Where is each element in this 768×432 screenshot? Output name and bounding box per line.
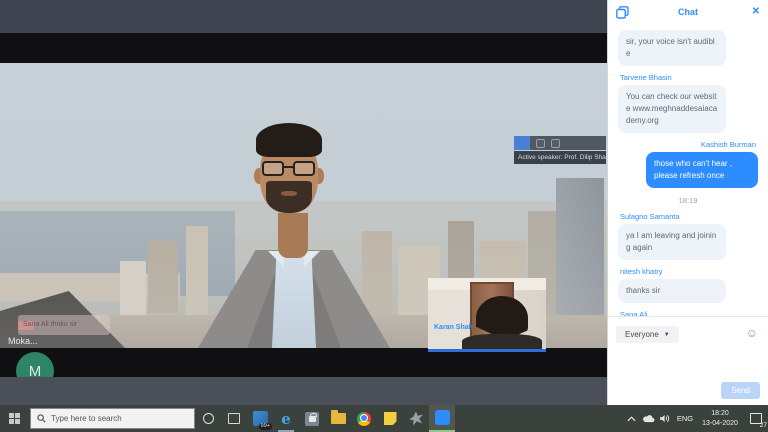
app-icon-snip[interactable] bbox=[403, 405, 429, 432]
video-settings-icon[interactable] bbox=[536, 139, 545, 148]
task-view-icon bbox=[228, 413, 240, 424]
folder-icon bbox=[331, 413, 346, 424]
app-icon-edge[interactable]: e bbox=[273, 405, 299, 432]
chat-timestamp: 18:19 bbox=[618, 196, 758, 205]
speaker-glasses-bridge bbox=[283, 166, 294, 168]
windows-logo-icon bbox=[9, 413, 21, 425]
chevron-up-icon bbox=[627, 416, 636, 422]
snip-icon bbox=[409, 412, 423, 426]
taskbar-clock[interactable]: 18:20 13-04-2020 bbox=[696, 409, 744, 427]
tray-chevron-button[interactable] bbox=[623, 405, 640, 432]
meeting-topbar bbox=[0, 0, 607, 33]
clock-date: 13-04-2020 bbox=[696, 419, 744, 428]
chat-sender-name: nitesh khatry bbox=[620, 267, 758, 276]
meeting-bottom-strip bbox=[0, 377, 607, 405]
speaker-glasses bbox=[262, 161, 284, 176]
thumbnail-person-shoulders bbox=[462, 334, 542, 352]
active-speaker-label: Active speaker: Prof. Dilip Shah bbox=[514, 151, 606, 164]
language-indicator[interactable]: ENG bbox=[674, 414, 696, 423]
action-center-button[interactable]: 27 bbox=[744, 405, 768, 432]
recipient-row: Everyone ▼ ☺ bbox=[616, 324, 760, 342]
taskbar-search[interactable] bbox=[30, 408, 195, 429]
store-bag-icon bbox=[309, 416, 316, 422]
recipient-dropdown[interactable]: Everyone ▼ bbox=[616, 326, 679, 343]
speaker-mouth bbox=[281, 191, 297, 196]
speaker-icon bbox=[660, 414, 671, 423]
chat-panel: Chat ✕ sir, your voice isn't audible Tar… bbox=[607, 0, 768, 405]
app-icon-store[interactable] bbox=[299, 405, 325, 432]
chat-title: Chat bbox=[608, 7, 768, 17]
chat-sender-name: Tarvene Bhasin bbox=[620, 73, 758, 82]
notification-badge: 99+ bbox=[259, 423, 272, 431]
app-icon-messages[interactable]: 99+ bbox=[247, 405, 273, 432]
meeting-app-icon bbox=[435, 410, 450, 425]
store-icon bbox=[305, 412, 319, 426]
edge-icon: e bbox=[281, 410, 291, 428]
active-speaker-overlay: Active speaker: Prof. Dilip Shah bbox=[514, 136, 606, 164]
cloud-icon bbox=[642, 415, 655, 423]
task-view-button[interactable] bbox=[221, 405, 247, 432]
search-icon bbox=[37, 414, 46, 423]
chat-sender-name: Sulagno Samanta bbox=[620, 212, 758, 221]
search-input[interactable] bbox=[51, 414, 171, 423]
app-icon-chrome[interactable] bbox=[351, 405, 377, 432]
chat-message-own: those who can't hear , please refresh on… bbox=[646, 152, 758, 188]
speaker-shirt bbox=[272, 255, 316, 348]
participant-name-label: Moka... bbox=[8, 336, 38, 346]
chat-composer: Everyone ▼ ☺ Send bbox=[608, 316, 768, 405]
chat-input[interactable] bbox=[616, 347, 760, 385]
chat-message: sir, your voice isn't audible bbox=[618, 30, 726, 66]
send-button[interactable]: Send bbox=[721, 382, 760, 399]
app-icon-file-explorer[interactable] bbox=[325, 405, 351, 432]
screen: Sana Ali thnku sir Moka... Active speake… bbox=[0, 0, 768, 432]
speaker-hair bbox=[256, 123, 322, 157]
app-icon-meeting-active[interactable] bbox=[429, 405, 455, 432]
app-icon-sticky-notes[interactable] bbox=[377, 405, 403, 432]
system-tray: ENG 18:20 13-04-2020 27 bbox=[623, 405, 768, 432]
chat-message: thanks sir bbox=[618, 279, 726, 303]
cortana-icon bbox=[203, 413, 214, 424]
meeting-window: Sana Ali thnku sir Moka... Active speake… bbox=[0, 0, 607, 405]
speaker-neck bbox=[278, 213, 308, 258]
chat-message: ya I am leaving and joining again bbox=[618, 224, 726, 260]
chat-message: You can check our website www.meghnaddes… bbox=[618, 85, 726, 133]
speaker-beard bbox=[266, 181, 312, 213]
chat-message-list[interactable]: sir, your voice isn't audible Tarvene Bh… bbox=[608, 28, 768, 316]
emoji-icon[interactable]: ☺ bbox=[746, 326, 758, 340]
clock-time: 18:20 bbox=[696, 409, 744, 418]
taskbar: 99+ e bbox=[0, 405, 768, 432]
thumbnail-name-label: Karan Shah bbox=[434, 324, 473, 331]
chevron-down-icon: ▼ bbox=[664, 332, 670, 338]
start-button[interactable] bbox=[0, 405, 30, 432]
onedrive-tray-button[interactable] bbox=[640, 405, 657, 432]
volume-tray-button[interactable] bbox=[657, 405, 674, 432]
cortana-button[interactable] bbox=[195, 405, 221, 432]
speaker-glasses bbox=[293, 161, 315, 176]
chat-toast: Sana Ali thnku sir bbox=[18, 315, 110, 335]
recipient-label: Everyone bbox=[625, 330, 659, 339]
chrome-icon bbox=[357, 412, 371, 426]
video-overlay-toolbar bbox=[514, 136, 606, 150]
speaker-view-button[interactable] bbox=[514, 136, 530, 150]
action-center-badge: 27 bbox=[760, 422, 767, 429]
chat-sender-name: Kashish Burman bbox=[620, 140, 756, 149]
close-icon[interactable]: ✕ bbox=[752, 6, 760, 17]
participant-thumbnail[interactable]: Karan Shah bbox=[428, 278, 546, 352]
sticky-notes-icon bbox=[384, 412, 397, 425]
pin-video-icon[interactable] bbox=[551, 139, 560, 148]
chat-header: Chat ✕ bbox=[608, 0, 768, 26]
